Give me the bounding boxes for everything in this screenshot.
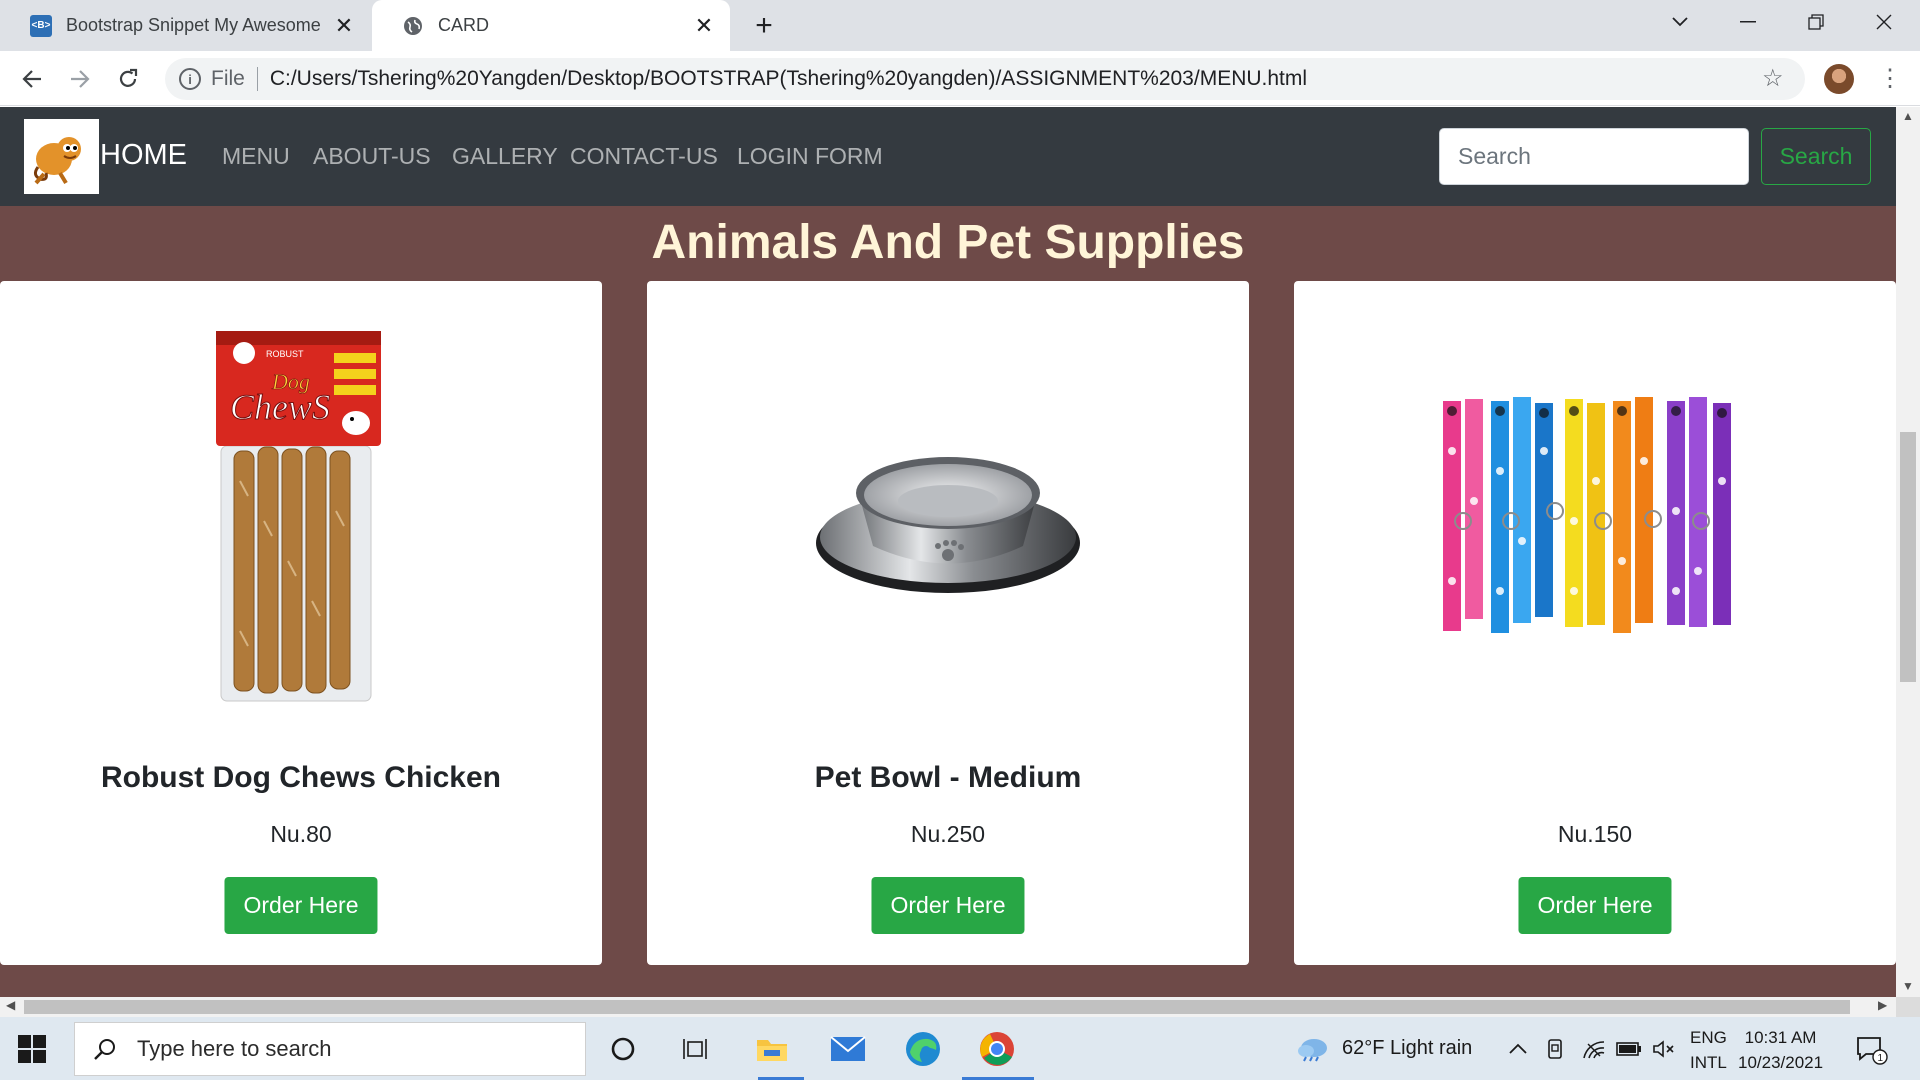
device-icon[interactable]: [1546, 1017, 1564, 1080]
windows-taskbar: Type here to search 62°F Light rain ENG …: [0, 1017, 1920, 1080]
clock-date: 10/23/2021: [1738, 1053, 1824, 1072]
divider: [256, 67, 258, 91]
nav-link-about-us[interactable]: ABOUT-US: [313, 143, 431, 170]
browser-toolbar: i File C:/Users/Tshering%20Yangden/Deskt…: [0, 51, 1920, 106]
language-code: ENG: [1690, 1028, 1727, 1047]
site-search-input[interactable]: [1439, 128, 1749, 185]
system-clock[interactable]: 10:31 AM 10/23/2021: [1738, 1025, 1823, 1075]
arrow-right-icon: [71, 70, 90, 88]
windows-start-icon[interactable]: [18, 1035, 46, 1063]
minimize-button[interactable]: [1720, 0, 1776, 43]
page-viewport: HOME MENU ABOUT-US GALLERY CONTACT-US LO…: [0, 107, 1896, 997]
weather-widget[interactable]: 62°F Light rain: [1296, 1017, 1472, 1080]
scroll-left-arrow-icon[interactable]: ◀: [6, 998, 15, 1012]
product-image-pet-collars: [1294, 321, 1896, 721]
product-image-dog-chews: ROBUST Dog ChewS: [0, 321, 602, 721]
product-price: Nu.150: [1557, 821, 1633, 847]
browser-tab-card[interactable]: CARD ✕: [372, 0, 730, 51]
vertical-scroll-thumb[interactable]: [1900, 432, 1916, 682]
tab-title: Bootstrap Snippet My Awesome: [66, 15, 321, 35]
close-icon[interactable]: ✕: [332, 13, 356, 38]
forward-button[interactable]: [62, 61, 98, 97]
nav-link-login-form[interactable]: LOGIN FORM: [737, 143, 883, 170]
restore-button[interactable]: [1788, 0, 1844, 43]
product-price: Nu.250: [910, 821, 986, 847]
nav-link-contact-us[interactable]: CONTACT-US: [570, 143, 718, 170]
arrow-left-icon: [22, 70, 41, 88]
browser-tab-strip: <B> Bootstrap Snippet My Awesome ✕ CARD …: [0, 0, 1920, 51]
scrollbar-corner: [1896, 997, 1920, 1017]
brand-home-link[interactable]: HOME: [100, 139, 187, 172]
scroll-up-arrow-icon[interactable]: ▲: [1896, 109, 1920, 123]
bootstrap-icon: <B>: [30, 14, 52, 37]
order-here-button[interactable]: Order Here: [224, 877, 378, 934]
globe-icon: [404, 16, 422, 35]
clock-time: 10:31 AM: [1744, 1028, 1817, 1047]
keyboard-layout: INTL: [1690, 1053, 1727, 1072]
battery-icon[interactable]: [1616, 1017, 1642, 1080]
horizontal-scroll-thumb[interactable]: [24, 1000, 1850, 1014]
edge-browser-icon[interactable]: [901, 1027, 945, 1071]
nav-link-menu[interactable]: MENU: [222, 143, 290, 170]
scheme-label: File: [211, 67, 245, 90]
browser-tab-bootstrap[interactable]: <B> Bootstrap Snippet My Awesome ✕: [0, 0, 370, 51]
file-explorer-icon[interactable]: [750, 1027, 794, 1071]
cloud-rain-icon: [1298, 1038, 1327, 1061]
reload-icon: [119, 68, 138, 87]
new-tab-button[interactable]: +: [748, 9, 780, 42]
url-text[interactable]: C:/Users/Tshering%20Yangden/Desktop/BOOT…: [270, 67, 1307, 91]
more-menu-icon[interactable]: ⋮: [1878, 64, 1902, 93]
nav-link-gallery[interactable]: GALLERY: [452, 143, 558, 170]
vertical-scrollbar[interactable]: ▲ ▼: [1896, 107, 1920, 997]
chrome-browser-icon[interactable]: [975, 1027, 1019, 1071]
scroll-right-arrow-icon[interactable]: ▶: [1878, 998, 1887, 1012]
order-here-button[interactable]: Order Here: [1518, 877, 1672, 934]
site-navbar: HOME MENU ABOUT-US GALLERY CONTACT-US LO…: [0, 107, 1896, 206]
tab-title: CARD: [438, 15, 490, 35]
section-title: Animals And Pet Supplies: [651, 216, 1245, 269]
product-price: Nu.80: [270, 821, 332, 847]
product-image-pet-bowl: [647, 321, 1249, 721]
product-card: ROBUST Dog ChewS Robust Dog Chews Chicke…: [0, 281, 602, 965]
scroll-down-arrow-icon[interactable]: ▼: [1896, 979, 1920, 993]
wifi-icon[interactable]: [1582, 1017, 1606, 1080]
weather-text: 62°F Light rain: [1342, 1037, 1473, 1059]
notification-count: 1: [1878, 1053, 1884, 1064]
close-icon[interactable]: ✕: [692, 13, 716, 38]
task-view-icon[interactable]: [674, 1027, 718, 1071]
address-bar[interactable]: i File C:/Users/Tshering%20Yangden/Deskt…: [165, 58, 1805, 100]
taskbar-search-placeholder: Type here to search: [137, 1036, 332, 1061]
bookmark-star-icon[interactable]: ☆: [1762, 64, 1784, 93]
notification-center-icon[interactable]: 1: [1854, 1017, 1888, 1080]
monkey-logo-icon: [33, 137, 81, 185]
profile-avatar[interactable]: [1824, 64, 1854, 94]
input-language-indicator[interactable]: ENG INTL: [1690, 1025, 1727, 1075]
reload-button[interactable]: [110, 61, 146, 97]
horizontal-scrollbar[interactable]: ◀ ▶: [0, 997, 1896, 1017]
tab-search-icon[interactable]: [1652, 0, 1708, 43]
taskbar-search-box[interactable]: Type here to search: [74, 1022, 586, 1076]
search-icon: [94, 1039, 115, 1060]
product-card: Nu.150 Order Here: [1294, 281, 1896, 965]
pack-brand-label: ROBUST: [266, 349, 304, 359]
product-title: Pet Bowl - Medium: [814, 761, 1082, 794]
product-card: Pet Bowl - Medium Nu.250 Order Here: [647, 281, 1249, 965]
show-hidden-icons-chevron-icon[interactable]: [1508, 1017, 1528, 1080]
brand-logo[interactable]: [24, 119, 99, 194]
back-button[interactable]: [14, 61, 50, 97]
volume-muted-icon[interactable]: [1652, 1017, 1676, 1080]
product-title: Robust Dog Chews Chicken: [100, 761, 502, 794]
window-close-button[interactable]: [1856, 0, 1912, 43]
pack-title-line-2: ChewS: [230, 387, 330, 427]
order-here-button[interactable]: Order Here: [871, 877, 1025, 934]
mail-icon[interactable]: [826, 1027, 870, 1071]
info-icon[interactable]: i: [179, 68, 201, 90]
cortana-icon[interactable]: [601, 1027, 645, 1071]
site-search-button[interactable]: Search: [1761, 128, 1871, 185]
